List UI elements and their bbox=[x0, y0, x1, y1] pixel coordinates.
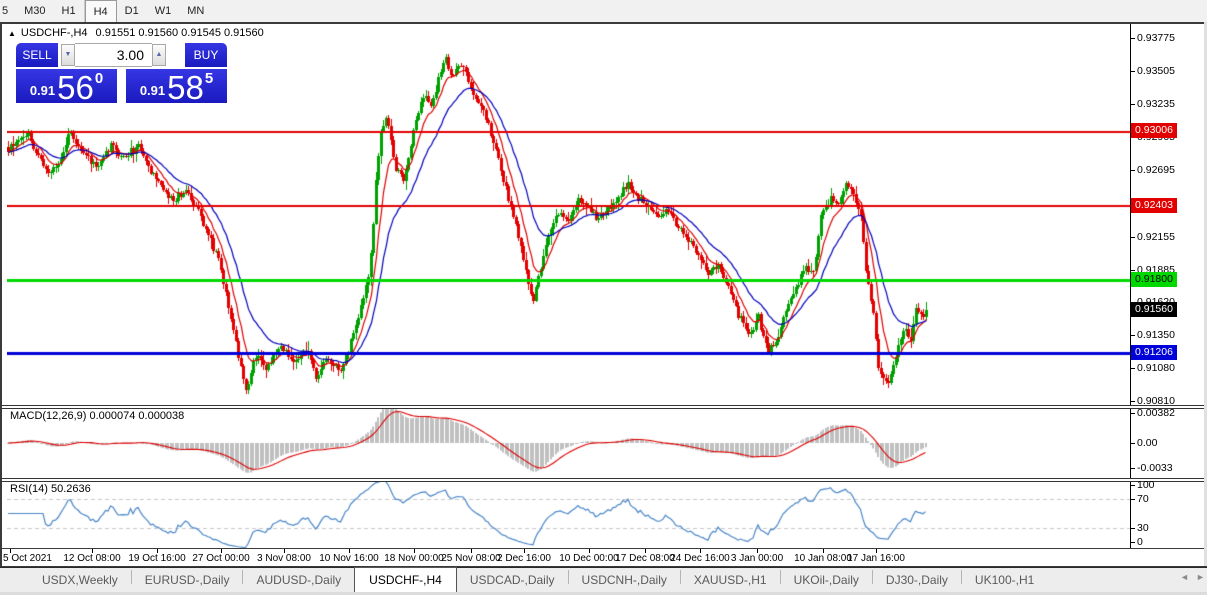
date-label: 12 Oct 08:00 bbox=[63, 553, 120, 564]
sell-price-big: 56 bbox=[57, 75, 94, 101]
date-label: 10 Dec 00:00 bbox=[559, 553, 619, 564]
date-label: 17 Jan 16:00 bbox=[847, 553, 905, 564]
chart-tab-dj30-daily[interactable]: DJ30-,Daily bbox=[872, 568, 962, 592]
buy-button[interactable]: BUY bbox=[185, 43, 227, 67]
separator-macd-rsi[interactable] bbox=[2, 478, 1204, 482]
timeframe-button-h4[interactable]: H4 bbox=[85, 0, 117, 22]
price-tick-mark bbox=[1130, 270, 1135, 271]
price-tick-label: 0.91350 bbox=[1137, 329, 1175, 341]
timeframe-button-h1[interactable]: H1 bbox=[54, 0, 84, 22]
chart-tab-audusd-daily[interactable]: AUDUSD-,Daily bbox=[242, 568, 355, 592]
price-tick-mark bbox=[1130, 368, 1135, 369]
price-tick-label: 0.90810 bbox=[1137, 395, 1175, 407]
price-tick-label: 0.93235 bbox=[1137, 98, 1175, 110]
price-tick-mark bbox=[1130, 170, 1135, 171]
macd-tick-label: -0.0033 bbox=[1137, 462, 1173, 474]
rsi-tick-mark bbox=[1130, 499, 1135, 500]
rsi-tick-label: 30 bbox=[1137, 522, 1149, 534]
chart-tab-usdchf-h4[interactable]: USDCHF-,H4 bbox=[354, 567, 457, 592]
price-tick-label: 0.92695 bbox=[1137, 164, 1175, 176]
symbol-marker-icon: ▲ bbox=[8, 29, 16, 38]
tabs-scroll-right-icon[interactable]: ► bbox=[1196, 572, 1205, 582]
rsi-tick-label: 100 bbox=[1137, 479, 1155, 491]
date-label: 19 Oct 16:00 bbox=[128, 553, 185, 564]
price-tick-label: 0.92155 bbox=[1137, 231, 1175, 243]
date-label: 10 Nov 16:00 bbox=[319, 553, 379, 564]
macd-tick-mark bbox=[1130, 413, 1135, 414]
rsi-panel-canvas[interactable] bbox=[7, 482, 1130, 548]
macd-tick-mark bbox=[1130, 468, 1135, 469]
timeframe-button-mn[interactable]: MN bbox=[179, 0, 212, 22]
separator-main-macd[interactable] bbox=[2, 405, 1204, 409]
timeframe-button-d1[interactable]: D1 bbox=[117, 0, 147, 22]
chart-tabs-bar: USDX,WeeklyEURUSD-,DailyAUDUSD-,DailyUSD… bbox=[0, 567, 1207, 592]
date-label: 3 Nov 08:00 bbox=[257, 553, 311, 564]
rsi-tick-mark bbox=[1130, 485, 1135, 486]
date-label: 10 Jan 08:00 bbox=[794, 553, 852, 564]
price-line-tag: 0.91560 bbox=[1131, 302, 1177, 317]
chevron-up-icon: ▲ bbox=[156, 51, 163, 58]
chart-tab-usdx-weekly[interactable]: USDX,Weekly bbox=[28, 568, 132, 592]
tabbar-left-pad bbox=[0, 580, 28, 581]
symbol-name: USDCHF-,H4 bbox=[21, 27, 88, 39]
price-line-tag: 0.92403 bbox=[1131, 198, 1177, 213]
price-tick-mark bbox=[1130, 401, 1135, 402]
price-tick-mark bbox=[1130, 335, 1135, 336]
date-label: 17 Dec 08:00 bbox=[615, 553, 675, 564]
volume-increase-button[interactable]: ▲ bbox=[152, 44, 166, 66]
date-label: 3 Jan 00:00 bbox=[731, 553, 783, 564]
chart-tab-ukoil-daily[interactable]: UKOil-,Daily bbox=[780, 568, 873, 592]
date-label: 27 Oct 00:00 bbox=[192, 553, 249, 564]
buy-price-stem: 0.91 bbox=[140, 83, 165, 98]
symbol-ohlc: 0.91551 0.91560 0.91545 0.91560 bbox=[96, 27, 264, 39]
buy-price-display[interactable]: 0.91585 bbox=[126, 69, 227, 103]
timeframe-button-m30[interactable]: M30 bbox=[16, 0, 53, 22]
chevron-down-icon: ▼ bbox=[65, 51, 72, 58]
price-line-tag: 0.91800 bbox=[1131, 272, 1177, 287]
sell-price-sup: 0 bbox=[95, 70, 103, 87]
rsi-tick-label: 70 bbox=[1137, 493, 1149, 505]
chart-tab-uk100-h1[interactable]: UK100-,H1 bbox=[961, 568, 1048, 592]
chart-tab-usdcnh-daily[interactable]: USDCNH-,Daily bbox=[568, 568, 681, 592]
rsi-tick-mark bbox=[1130, 528, 1135, 529]
price-tick-label: 0.91080 bbox=[1137, 362, 1175, 374]
rsi-tick-label: 0 bbox=[1137, 536, 1143, 548]
price-tick-label: 0.93505 bbox=[1137, 65, 1175, 77]
rsi-title: RSI(14) 50.2636 bbox=[10, 483, 91, 495]
separator-rsi-bottom bbox=[2, 548, 1204, 549]
sell-price-stem: 0.91 bbox=[30, 83, 55, 98]
macd-tick-label: 0.00 bbox=[1137, 437, 1157, 449]
price-tick-mark bbox=[1130, 104, 1135, 105]
macd-tick-label: 0.00382 bbox=[1137, 407, 1175, 419]
chart-tab-xauusd-h1[interactable]: XAUUSD-,H1 bbox=[680, 568, 781, 592]
buy-price-big: 58 bbox=[167, 75, 204, 101]
timeframe-toolbar: 5M30H1H4D1W1MN bbox=[0, 0, 1207, 22]
timeframe-button-w1[interactable]: W1 bbox=[147, 0, 180, 22]
buy-price-sup: 5 bbox=[205, 70, 213, 87]
price-tick-mark bbox=[1130, 71, 1135, 72]
price-tick-mark bbox=[1130, 38, 1135, 39]
date-label: 5 Oct 2021 bbox=[3, 553, 52, 564]
volume-decrease-button[interactable]: ▼ bbox=[61, 44, 75, 66]
timeframe-button-5[interactable]: 5 bbox=[0, 0, 16, 22]
sell-price-display[interactable]: 0.91560 bbox=[16, 69, 117, 103]
date-label: 18 Nov 00:00 bbox=[384, 553, 444, 564]
volume-input[interactable] bbox=[75, 43, 152, 67]
rsi-tick-mark bbox=[1130, 542, 1135, 543]
price-tick-mark bbox=[1130, 237, 1135, 238]
chart-tab-usdcad-daily[interactable]: USDCAD-,Daily bbox=[456, 568, 569, 592]
price-line-tag: 0.91206 bbox=[1131, 345, 1177, 360]
chart-tab-eurusd-daily[interactable]: EURUSD-,Daily bbox=[131, 568, 244, 592]
date-label: 2 Dec 16:00 bbox=[497, 553, 551, 564]
tabs-scroll-left-icon[interactable]: ◄ bbox=[1180, 572, 1189, 582]
macd-title: MACD(12,26,9) 0.000074 0.000038 bbox=[10, 410, 184, 422]
price-tick-label: 0.93775 bbox=[1137, 32, 1175, 44]
window-border-left bbox=[0, 22, 2, 567]
macd-tick-mark bbox=[1130, 443, 1135, 444]
price-line-tag: 0.93006 bbox=[1131, 123, 1177, 138]
symbol-header: ▲ USDCHF-,H4 0.91551 0.91560 0.91545 0.915… bbox=[8, 27, 264, 39]
date-label: 24 Dec 16:00 bbox=[670, 553, 730, 564]
sell-button[interactable]: SELL bbox=[16, 43, 58, 67]
date-label: 25 Nov 08:00 bbox=[441, 553, 501, 564]
